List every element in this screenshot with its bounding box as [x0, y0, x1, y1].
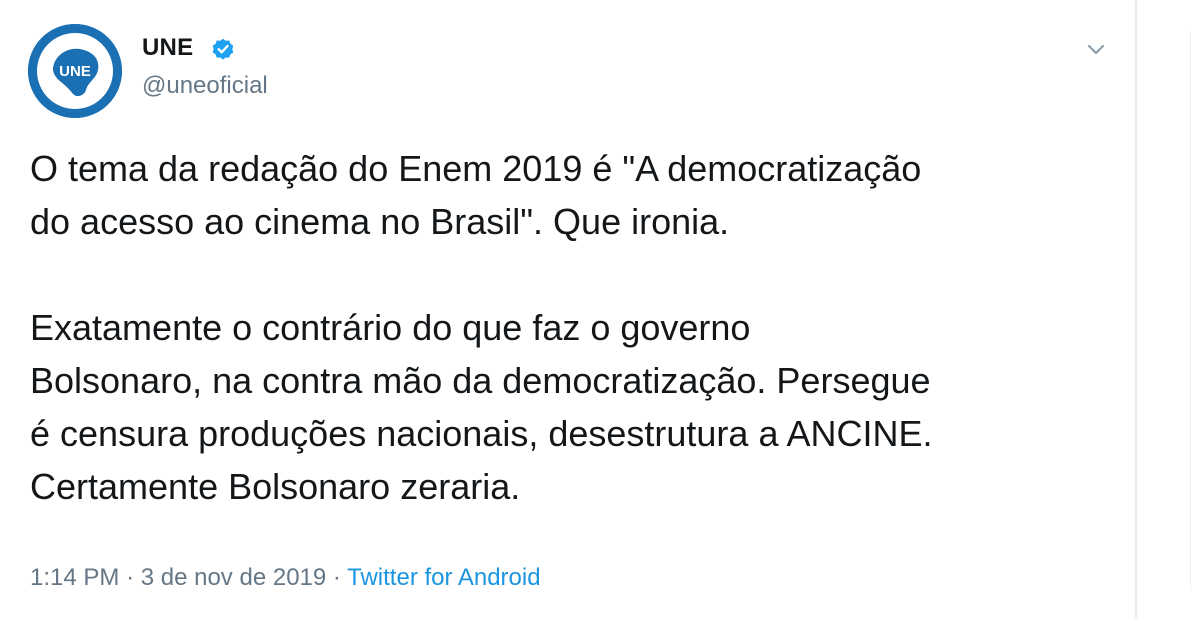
- tweet-text: O tema da redação do Enem 2019 é "A demo…: [30, 148, 933, 507]
- tweet-metadata: 1:14 PM · 3 de nov de 2019 · Twitter for…: [30, 564, 541, 592]
- tweet-card: UNE UNE @uneoficial O tema da redação do…: [0, 0, 1137, 618]
- tweet-screenshot: UNE UNE @uneoficial O tema da redação do…: [0, 0, 1200, 620]
- tweet-date[interactable]: 3 de nov de 2019: [141, 564, 327, 591]
- verified-badge-icon: [212, 38, 234, 60]
- avatar-logo-text: UNE: [59, 63, 91, 80]
- meta-separator: ·: [332, 564, 341, 591]
- tweet-source-link[interactable]: Twitter for Android: [347, 564, 540, 591]
- display-name[interactable]: UNE: [142, 34, 193, 62]
- chevron-down-icon[interactable]: [1083, 38, 1109, 60]
- meta-separator: ·: [126, 564, 135, 591]
- username[interactable]: @uneoficial: [142, 72, 268, 100]
- tweet-time[interactable]: 1:14 PM: [30, 564, 119, 591]
- adjacent-panel-edge: [1190, 30, 1200, 590]
- avatar[interactable]: UNE: [28, 24, 122, 118]
- une-logo-icon: UNE: [28, 24, 122, 118]
